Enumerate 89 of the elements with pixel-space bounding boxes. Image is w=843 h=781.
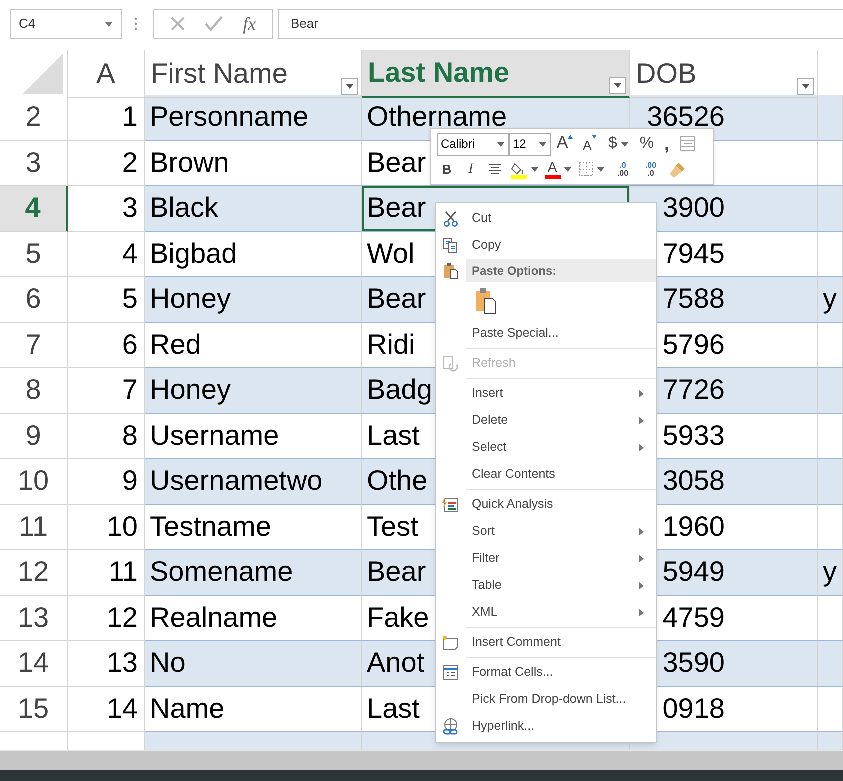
caret-icon bbox=[802, 84, 810, 89]
align-center-icon bbox=[488, 164, 502, 176]
table-cell: No bbox=[145, 641, 362, 686]
comment-icon bbox=[442, 634, 460, 650]
submenu-arrow-icon bbox=[639, 608, 644, 616]
table-cell: Personname bbox=[145, 95, 362, 140]
paintbrush-icon bbox=[669, 160, 687, 178]
table-cell: Red bbox=[145, 322, 362, 368]
table-cell bbox=[818, 186, 843, 232]
clipboard-icon bbox=[443, 262, 459, 280]
submenu-arrow-icon bbox=[639, 554, 644, 562]
table-cell: Bigbad bbox=[145, 232, 362, 277]
name-box[interactable]: C4 bbox=[10, 9, 122, 39]
row-header[interactable]: 8 bbox=[0, 368, 68, 414]
clipboard-icon bbox=[475, 287, 497, 315]
table-cell bbox=[818, 322, 843, 368]
row-header[interactable]: 9 bbox=[0, 414, 68, 459]
filter-button[interactable] bbox=[797, 78, 814, 95]
font-color-button[interactable]: A bbox=[543, 158, 573, 180]
caret-icon bbox=[614, 83, 622, 88]
column-header[interactable]: Last Name bbox=[362, 50, 630, 98]
formula-field[interactable]: Bear bbox=[278, 9, 843, 39]
font-size-field[interactable]: 12 bbox=[509, 132, 551, 156]
row-header[interactable]: 15 bbox=[0, 686, 68, 732]
submenu-arrow-icon bbox=[639, 582, 644, 590]
italic-button[interactable]: I bbox=[461, 158, 481, 180]
insert-function-button[interactable]: fx bbox=[243, 10, 256, 38]
column-header[interactable]: A bbox=[68, 50, 145, 98]
row-header[interactable]: 5 bbox=[0, 232, 68, 277]
caret-icon bbox=[564, 167, 572, 172]
submenu-arrow-icon bbox=[639, 390, 644, 398]
caret-icon bbox=[346, 84, 354, 89]
table-cell bbox=[818, 95, 843, 140]
select-all-icon bbox=[23, 54, 63, 94]
row-header[interactable]: 12 bbox=[0, 550, 68, 596]
table-cell bbox=[818, 140, 843, 186]
menu-section-header: Paste Options: bbox=[466, 259, 656, 282]
table-cell: Name bbox=[145, 686, 362, 732]
table-cell: y bbox=[818, 277, 843, 322]
refresh-icon bbox=[443, 356, 459, 372]
caret-icon bbox=[597, 167, 605, 172]
format-cells-icon bbox=[443, 664, 459, 680]
table-cell bbox=[818, 596, 843, 641]
bold-button[interactable]: B bbox=[437, 158, 457, 180]
row-header[interactable]: 13 bbox=[0, 596, 68, 641]
globe-link-icon bbox=[442, 718, 460, 736]
table-cell bbox=[818, 504, 843, 550]
table-cell: Honey bbox=[145, 277, 362, 322]
table-cell: Username bbox=[145, 414, 362, 459]
submenu-arrow-icon bbox=[639, 444, 644, 452]
cancel-icon bbox=[170, 16, 186, 32]
table-cell: Realname bbox=[145, 596, 362, 641]
font-name-field[interactable]: Calibri bbox=[437, 132, 509, 156]
table-cell: y bbox=[818, 550, 843, 596]
table-cell bbox=[818, 368, 843, 414]
row-header[interactable]: 4 bbox=[0, 186, 68, 232]
caret-icon bbox=[530, 167, 538, 172]
row-header[interactable]: 14 bbox=[0, 641, 68, 686]
table-cell bbox=[818, 414, 843, 459]
table-cell bbox=[818, 686, 843, 732]
decrease-decimal-button[interactable]: .00 .0 bbox=[639, 158, 663, 180]
submenu-arrow-icon bbox=[639, 528, 644, 536]
table-cell bbox=[818, 641, 843, 686]
table-cell: Brown bbox=[145, 140, 362, 186]
table-cell: Somename bbox=[145, 550, 362, 596]
caret-icon bbox=[105, 22, 113, 26]
row-header[interactable]: 6 bbox=[0, 277, 68, 322]
quick-analysis-icon bbox=[442, 496, 460, 512]
filter-button[interactable] bbox=[341, 78, 358, 95]
table-cell: Honey bbox=[145, 368, 362, 414]
check-icon bbox=[205, 16, 224, 32]
borders-icon bbox=[579, 162, 594, 177]
row-header[interactable]: 11 bbox=[0, 504, 68, 550]
table-cell: Testname bbox=[145, 504, 362, 550]
table-cell: Black bbox=[145, 186, 362, 232]
filter-button[interactable] bbox=[609, 77, 626, 94]
copy-icon bbox=[443, 238, 459, 254]
grip-icon bbox=[134, 17, 138, 31]
scissors-icon bbox=[443, 210, 459, 226]
table-cell bbox=[818, 459, 843, 504]
table-cell: Usernametwo bbox=[145, 459, 362, 504]
submenu-arrow-icon bbox=[639, 416, 644, 424]
row-header[interactable]: 7 bbox=[0, 322, 68, 368]
row-header[interactable]: 10 bbox=[0, 459, 68, 504]
fill-color-icon bbox=[510, 160, 528, 178]
table-cell: 3900 bbox=[630, 186, 818, 232]
table-cell bbox=[818, 232, 843, 277]
merge-icon bbox=[680, 136, 696, 152]
row-header[interactable]: 2 bbox=[0, 95, 68, 140]
